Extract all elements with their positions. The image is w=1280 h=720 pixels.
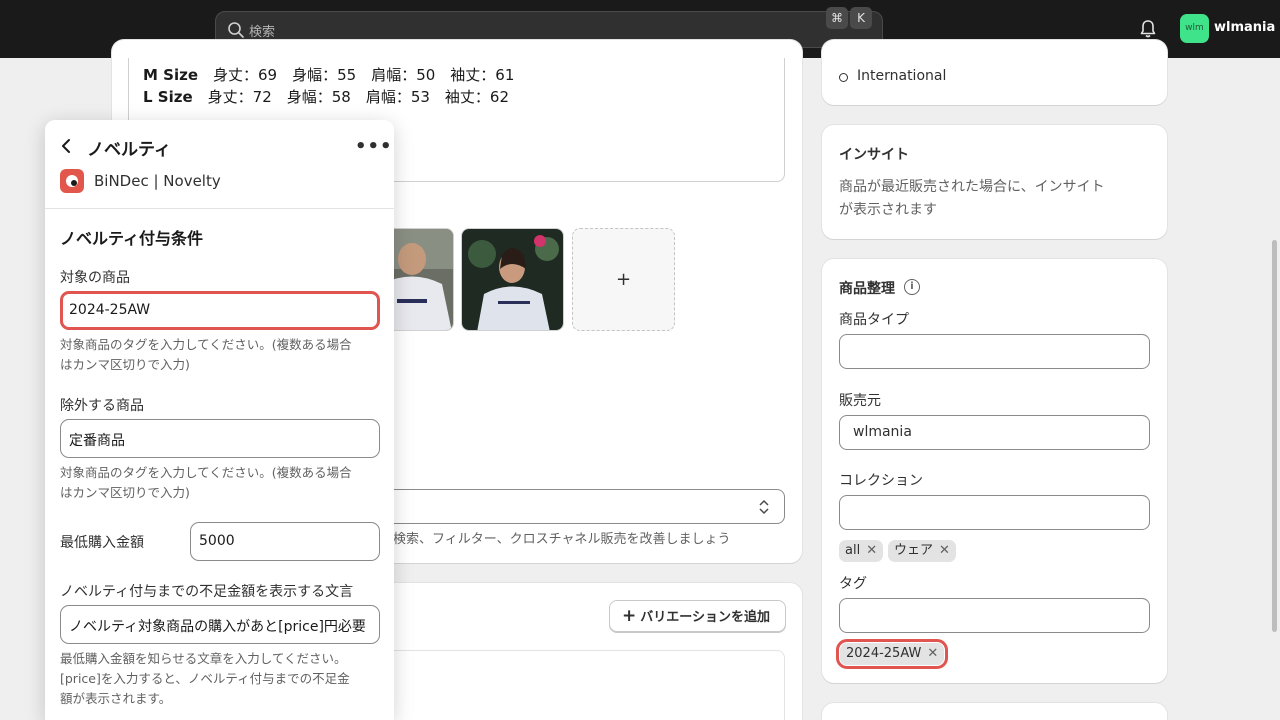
tag-chip[interactable]: 2024-25AW ✕ — [835, 639, 949, 669]
market-international: International — [857, 68, 947, 84]
collection-chip[interactable]: ウェア ✕ — [888, 540, 956, 562]
scrollbar[interactable] — [1272, 240, 1277, 632]
store-avatar[interactable]: wlm — [1180, 14, 1209, 43]
target-products-label: 対象の商品 — [60, 270, 130, 286]
variants-area — [388, 650, 785, 720]
insights-text-2: が表示されます — [839, 202, 937, 218]
shortfall-message-label: ノベルティ付与までの不足金額を表示する文言 — [60, 584, 354, 600]
organization-title: 商品整理 — [839, 281, 895, 297]
back-chevron-icon[interactable] — [61, 138, 71, 154]
remove-chip-icon[interactable]: ✕ — [866, 543, 877, 558]
min-amount-label: 最低購入金額 — [60, 535, 144, 551]
shortfall-message-help-3: 額が表示されます。 — [60, 691, 172, 706]
store-name[interactable]: wlmania — [1214, 20, 1275, 35]
min-amount-input[interactable]: 5000 — [190, 522, 380, 561]
vendor-input[interactable]: wlmania — [839, 415, 1150, 450]
search-icon — [228, 22, 244, 38]
target-products-help-2: はカンマ区切りで入力) — [60, 357, 190, 372]
target-products-input[interactable]: 2024-25AW — [60, 291, 380, 330]
app-icon — [60, 169, 84, 193]
shortfall-message-help-2: [price]を入力すると、ノベルティ付与までの不足金 — [60, 671, 350, 686]
exclude-products-input[interactable]: 定番商品 — [60, 419, 380, 458]
radio-icon[interactable] — [839, 73, 848, 82]
search-placeholder: 検索 — [249, 25, 276, 40]
remove-chip-icon[interactable]: ✕ — [927, 646, 938, 661]
description-row-l: L Size 身丈：72 身幅：58 肩幅：53 袖丈：62 — [143, 88, 510, 106]
tags-input[interactable] — [839, 598, 1150, 633]
panel-title: ノベルティ — [87, 140, 171, 160]
tags-label: タグ — [839, 576, 867, 592]
more-options-icon[interactable]: ••• — [355, 136, 393, 157]
collections-input[interactable] — [839, 495, 1150, 530]
insights-title: インサイト — [839, 147, 909, 163]
plus-icon: + — [622, 606, 637, 626]
notification-bell-icon[interactable] — [1139, 19, 1157, 39]
category-help-text: 検索、フィルター、クロスチャネル販売を改善しましょう — [393, 532, 731, 547]
divider — [45, 208, 394, 209]
exclude-products-help-2: はカンマ区切りで入力) — [60, 485, 190, 500]
next-card — [822, 703, 1167, 720]
shortcut-cmd-key: ⌘ — [826, 7, 848, 29]
select-chevron-icon — [759, 499, 769, 515]
vendor-label: 販売元 — [839, 393, 881, 409]
collection-chip[interactable]: all ✕ — [839, 540, 884, 562]
app-name: BiNDec | Novelty — [94, 172, 221, 190]
novelty-app-panel: ノベルティ ••• BiNDec | Novelty ノベルティ付与条件 対象の… — [45, 120, 394, 720]
target-products-help-1: 対象商品のタグを入力してください。(複数ある場合 — [60, 337, 352, 352]
remove-chip-icon[interactable]: ✕ — [939, 543, 950, 558]
shortfall-message-input[interactable]: ノベルティ対象商品の購入があと[price]円必要 — [60, 605, 380, 644]
insights-text-1: 商品が最近販売された場合に、インサイト — [839, 179, 1105, 195]
add-media-button[interactable]: + — [572, 228, 675, 331]
category-select[interactable] — [388, 489, 785, 524]
product-type-input[interactable] — [839, 334, 1150, 369]
description-row-m: M Size 身丈：69 身幅：55 肩幅：50 袖丈：61 — [143, 66, 515, 84]
section-title: ノベルティ付与条件 — [60, 229, 204, 248]
media-thumbnail[interactable] — [461, 228, 564, 331]
collections-label: コレクション — [839, 473, 923, 489]
exclude-products-label: 除外する商品 — [60, 398, 144, 414]
product-type-label: 商品タイプ — [839, 312, 909, 328]
add-variant-button[interactable]: + バリエーションを追加 — [609, 600, 786, 632]
exclude-products-help-1: 対象商品のタグを入力してください。(複数ある場合 — [60, 465, 352, 480]
shortfall-message-help-1: 最低購入金額を知らせる文章を入力してください。 — [60, 651, 347, 666]
info-icon[interactable]: i — [904, 279, 920, 295]
shortcut-k-key: K — [850, 7, 872, 29]
